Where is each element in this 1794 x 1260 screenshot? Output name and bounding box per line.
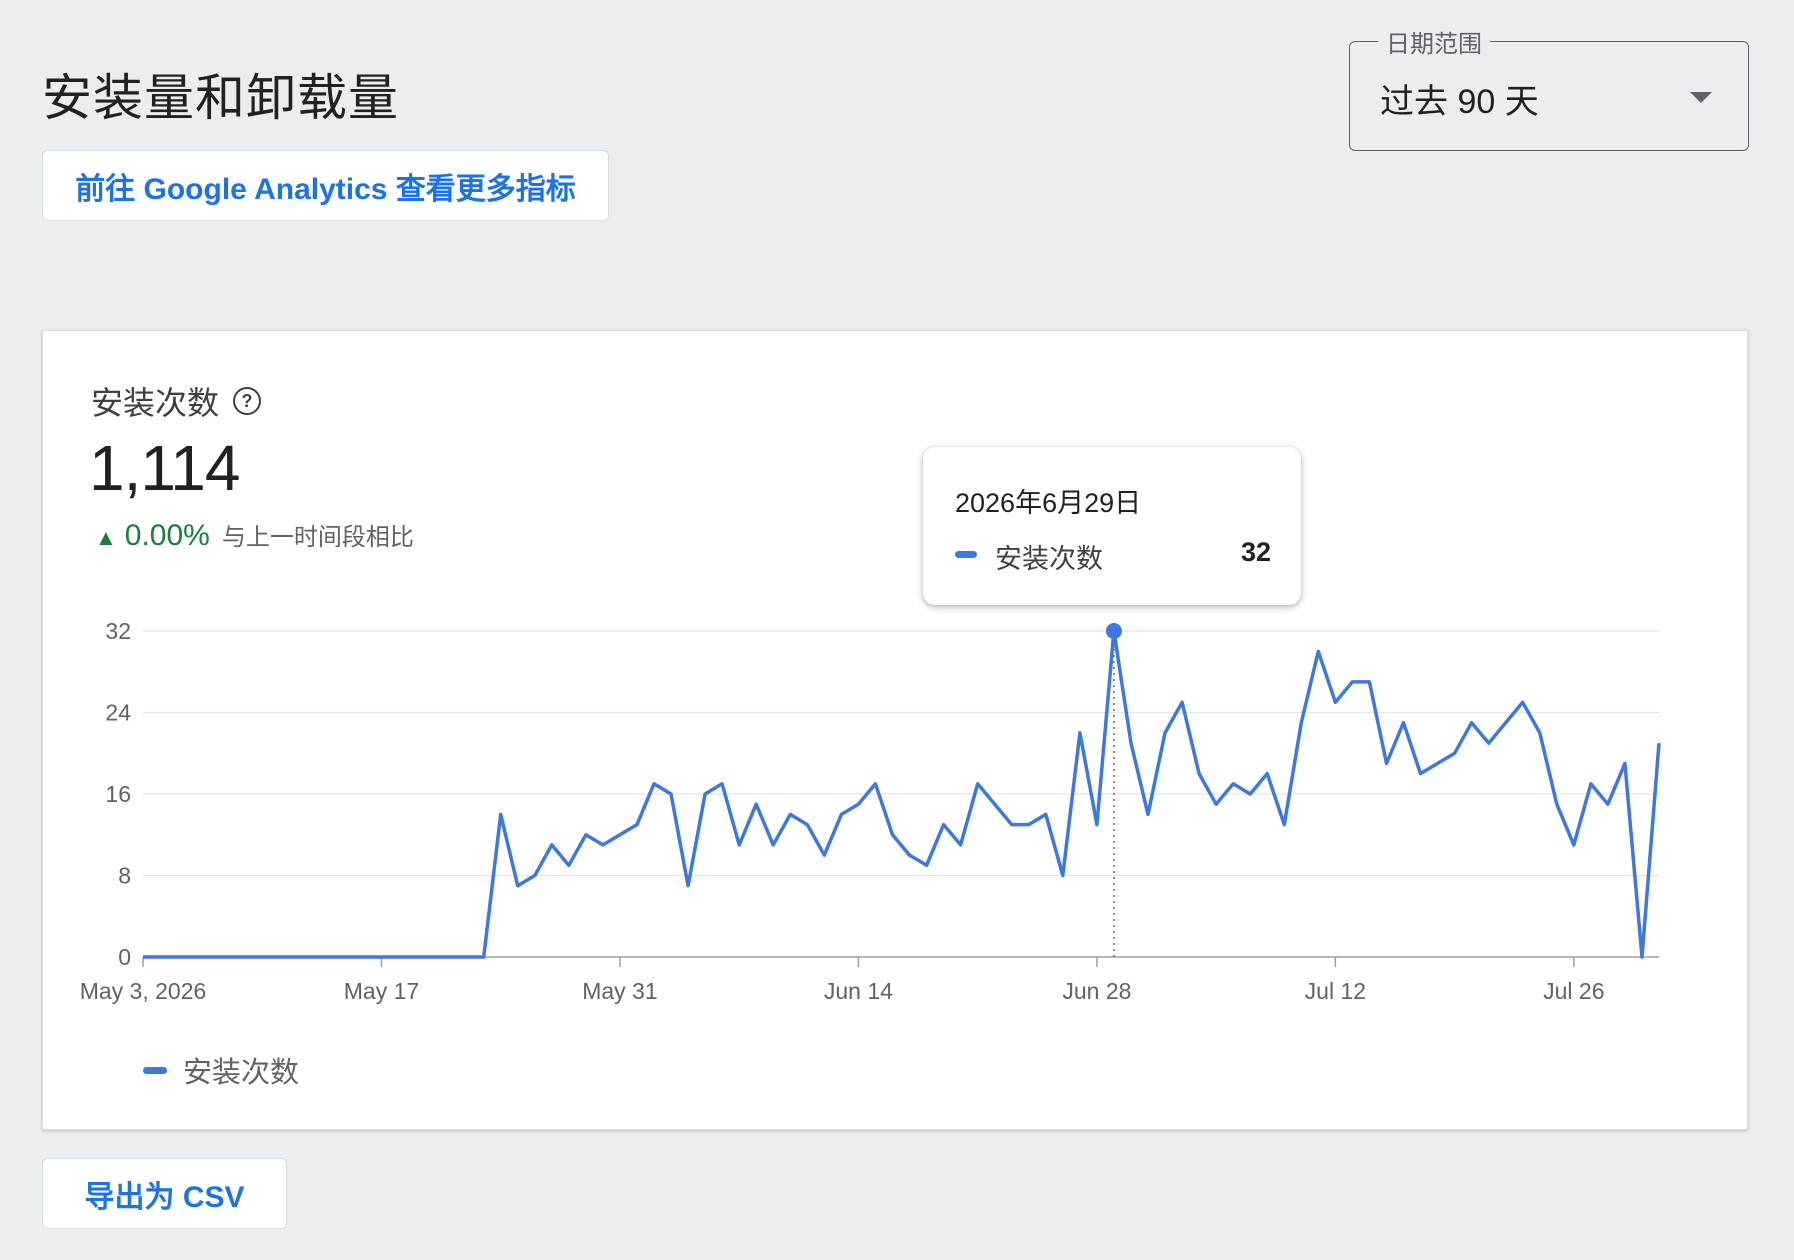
x-tick-label: May 31 — [582, 978, 657, 1004]
chart-legend[interactable]: 安装次数 — [143, 1049, 299, 1091]
tooltip-date: 2026年6月29日 — [955, 488, 1142, 518]
highlight-point — [1105, 623, 1122, 639]
x-tick-label: May 17 — [344, 978, 419, 1004]
page-title: 安装量和卸载量 — [42, 70, 399, 126]
tooltip-series-swatch — [955, 551, 977, 558]
tooltip-series-name: 安装次数 — [995, 544, 1103, 574]
x-tick-label: May 3, 2026 — [80, 978, 207, 1004]
installs-card: 安装次数 ? 1,114 ▲ 0.00% 与上一时间段相比 0 8 16 24 32 Ma… — [42, 330, 1748, 1130]
legend-label: 安装次数 — [183, 1057, 300, 1089]
chart-tooltip: 2026年6月29日 安装次数 32 — [923, 447, 1301, 605]
x-tick-label: Jul 26 — [1543, 978, 1604, 1004]
y-tick-label: 8 — [118, 863, 131, 889]
y-tick-label: 24 — [105, 700, 131, 726]
date-range-select[interactable]: 日期范围 过去 90 天 — [1349, 24, 1749, 151]
x-tick-label: Jul 12 — [1305, 978, 1366, 1004]
dropdown-caret-icon — [1690, 92, 1712, 103]
google-analytics-button[interactable]: 前往 Google Analytics 查看更多指标 — [42, 150, 609, 221]
tooltip-value: 32 — [1240, 537, 1271, 567]
y-tick-label: 0 — [118, 944, 131, 970]
export-csv-button[interactable]: 导出为 CSV — [42, 1158, 287, 1229]
x-tick-label: Jun 28 — [1062, 978, 1131, 1004]
legend-swatch — [143, 1066, 167, 1074]
date-range-value: 过去 90 天 — [1380, 83, 1539, 121]
date-range-label: 日期范围 — [1378, 24, 1490, 59]
y-tick-label: 16 — [105, 781, 131, 807]
y-tick-label: 32 — [105, 618, 131, 644]
installs-line-chart[interactable]: 0 8 16 24 32 May 3, 2026 May 17 May 31 Jun 14 Jun… — [43, 331, 1749, 1131]
x-tick-label: Jun 14 — [824, 978, 893, 1004]
